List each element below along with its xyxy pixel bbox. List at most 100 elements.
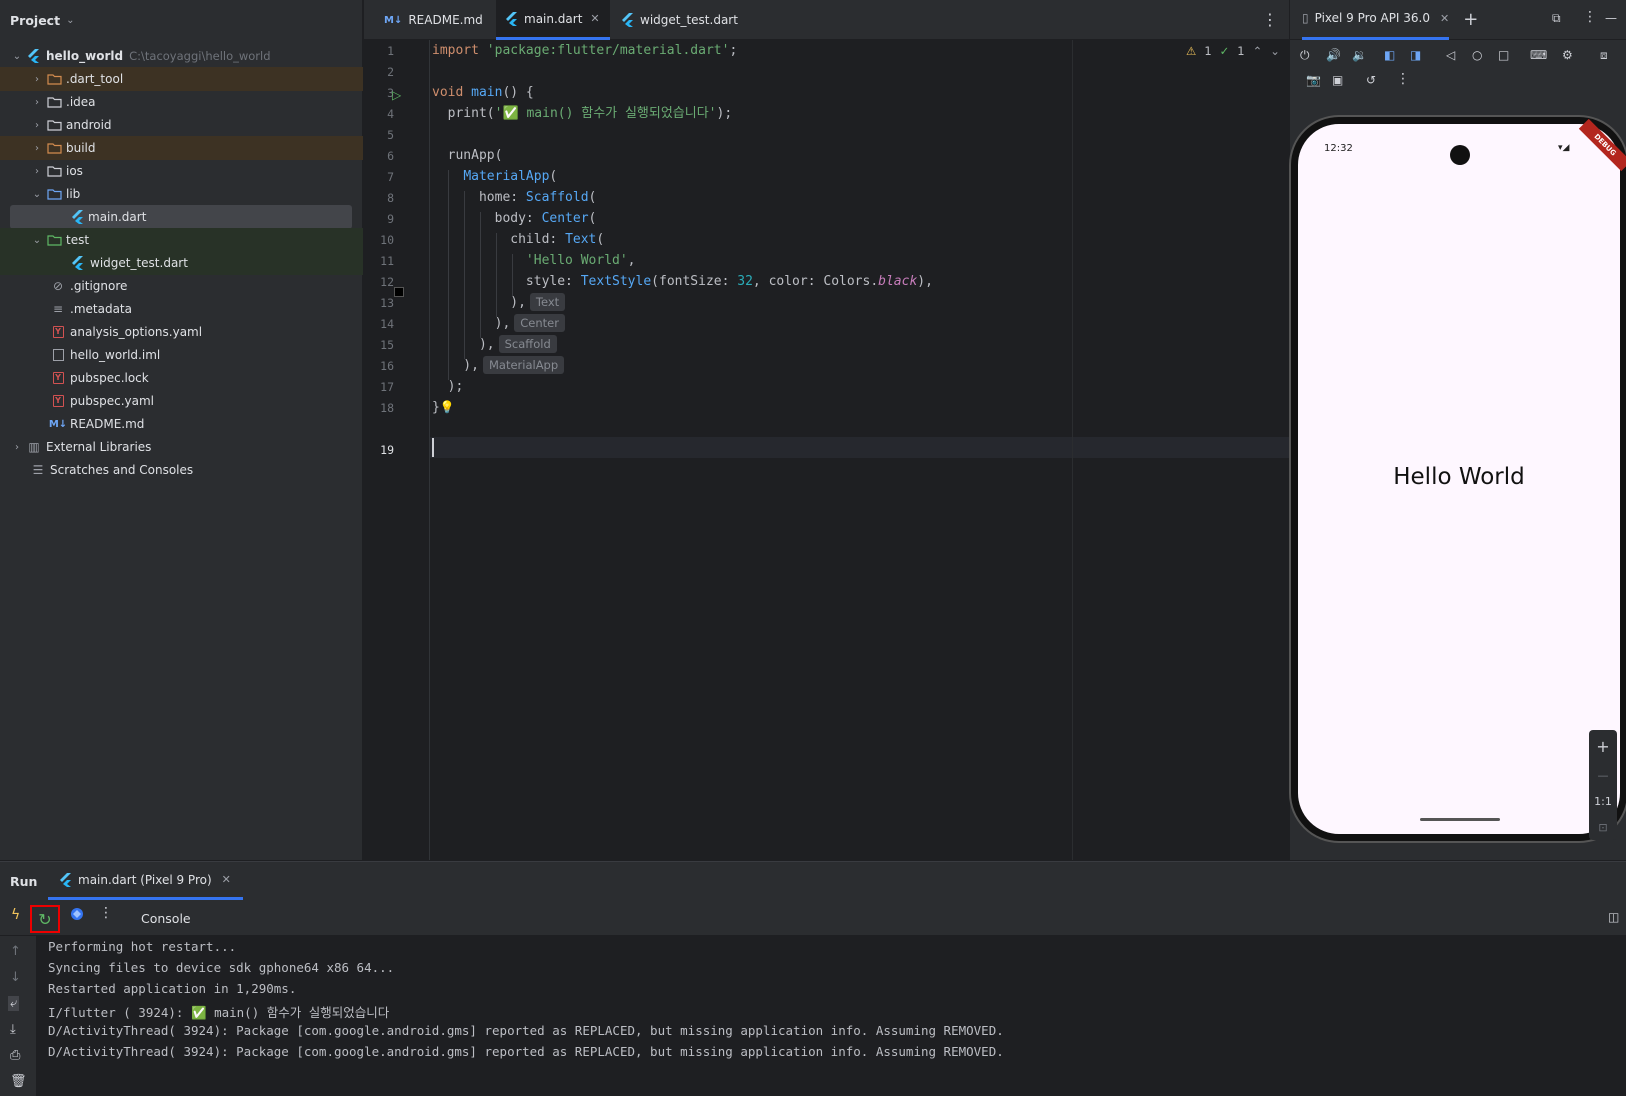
code-line-17: );: [432, 379, 464, 394]
console-tab[interactable]: Console: [141, 911, 191, 926]
camera-icon[interactable]: 📷: [1306, 73, 1321, 87]
add-device-icon[interactable]: +: [1463, 9, 1478, 30]
project-view-selector[interactable]: Project ⌄: [0, 0, 363, 40]
chevron-right-icon[interactable]: ›: [30, 97, 44, 108]
flutter-devtools-icon[interactable]: [70, 907, 84, 921]
tree-item-label: main.dart: [88, 210, 147, 224]
lightbulb-icon[interactable]: 💡: [440, 400, 455, 414]
tree-item-gitignore[interactable]: ⊘ .gitignore: [0, 274, 363, 298]
code-line-11: 'Hello World',: [432, 250, 636, 271]
soft-wrap-icon[interactable]: ⤶: [8, 996, 20, 1011]
volume-down-icon[interactable]: 🔉: [1352, 48, 1367, 62]
line-number: 14: [380, 317, 394, 331]
overview-icon[interactable]: □: [1498, 48, 1509, 62]
mirror-icon[interactable]: ⧈: [1600, 48, 1608, 63]
tree-item-external-libraries[interactable]: › ▥ External Libraries: [0, 435, 363, 459]
more-options-icon[interactable]: ⋮: [1583, 9, 1597, 25]
code-line-7: MaterialApp(: [432, 166, 557, 187]
minimize-icon[interactable]: —: [1605, 11, 1617, 25]
tree-item-analysis-options[interactable]: Y analysis_options.yaml: [0, 320, 363, 344]
tree-item-metadata[interactable]: ≡ .metadata: [0, 297, 363, 321]
code-text: print(: [432, 106, 495, 121]
rotate-left-icon[interactable]: ◧: [1384, 48, 1395, 62]
code-line-12: style: TextStyle(fontSize: 32, color: Co…: [432, 271, 933, 292]
chevron-right-icon[interactable]: ›: [30, 120, 44, 131]
tab-main-dart[interactable]: main.dart ✕: [496, 0, 610, 40]
hot-reload-icon[interactable]: ϟ: [11, 907, 20, 923]
markdown-file-icon: M↓: [384, 14, 403, 26]
back-icon[interactable]: ◁: [1446, 48, 1455, 62]
volume-up-icon[interactable]: 🔊: [1326, 48, 1341, 62]
chevron-up-icon[interactable]: ⌃: [1253, 44, 1263, 58]
code-line-8: home: Scaffold(: [432, 187, 596, 208]
open-external-icon[interactable]: ⧉: [1552, 11, 1561, 26]
tree-item-pubspec-lock[interactable]: Y pubspec.lock: [0, 366, 363, 390]
chevron-down-icon[interactable]: ⌄: [66, 15, 74, 26]
code-text: () {: [502, 85, 534, 100]
zoom-fit-icon[interactable]: ⊡: [1598, 821, 1607, 834]
zoom-in-icon[interactable]: +: [1596, 737, 1609, 756]
code-line-16: ), MaterialApp: [432, 355, 565, 376]
flutter-icon: [26, 49, 42, 63]
tree-item-readme[interactable]: M↓ README.md: [0, 412, 363, 436]
run-gutter-icon[interactable]: ▷: [392, 88, 401, 102]
tree-root[interactable]: ⌄ hello_world C:\tacoyaggi\hello_world: [0, 44, 363, 68]
chevron-right-icon[interactable]: ›: [30, 166, 44, 177]
tree-item-scratches[interactable]: ☰ Scratches and Consoles: [0, 458, 363, 482]
inspection-widget[interactable]: ⚠ 1 ✓ 1 ⌃ ⌄: [1186, 44, 1280, 58]
tab-readme[interactable]: M↓ README.md: [374, 0, 493, 40]
chevron-right-icon[interactable]: ›: [10, 442, 24, 453]
tab-device[interactable]: ▯ Pixel 9 Pro API 36.0 ✕: [1302, 0, 1450, 40]
gesture-bar[interactable]: [1420, 818, 1500, 821]
tree-item-iml[interactable]: hello_world.iml: [0, 343, 363, 367]
tree-item-test[interactable]: ⌄ test: [0, 228, 363, 252]
tree-item-build[interactable]: › build: [0, 136, 363, 160]
close-icon[interactable]: ✕: [222, 873, 231, 886]
tree-item-label: build: [66, 141, 96, 155]
close-icon[interactable]: ✕: [1440, 12, 1449, 25]
tree-item-lib[interactable]: ⌄ lib: [0, 182, 363, 206]
record-icon[interactable]: ▣: [1332, 73, 1343, 87]
keyboard-icon[interactable]: ⌨: [1530, 48, 1547, 62]
chevron-down-icon[interactable]: ⌄: [1270, 44, 1280, 58]
rotate-right-icon[interactable]: ◨: [1410, 48, 1421, 62]
tab-widget-test[interactable]: widget_test.dart: [612, 0, 748, 40]
tree-item-widget-test[interactable]: widget_test.dart: [0, 251, 363, 275]
reset-icon[interactable]: ↺: [1366, 73, 1376, 87]
class-name: Scaffold: [525, 190, 589, 205]
chevron-down-icon[interactable]: ⌄: [30, 189, 44, 200]
layout-icon[interactable]: ◫: [1608, 910, 1619, 924]
more-options-icon[interactable]: ⋮: [99, 905, 113, 921]
chevron-down-icon[interactable]: ⌄: [10, 51, 24, 62]
scroll-to-end-icon[interactable]: ⤓: [10, 1022, 16, 1037]
trash-icon[interactable]: 🗑: [10, 1074, 27, 1089]
chevron-right-icon[interactable]: ›: [30, 143, 44, 154]
chevron-right-icon[interactable]: ›: [30, 74, 44, 85]
signal-icon: ▾◢: [1558, 143, 1570, 153]
run-config-tab[interactable]: main.dart (Pixel 9 Pro) ✕: [48, 862, 243, 900]
arrow-down-icon[interactable]: ↓: [10, 970, 21, 985]
tree-item-dart-tool[interactable]: › .dart_tool: [0, 67, 363, 91]
zoom-out-icon[interactable]: —: [1598, 769, 1609, 782]
power-icon[interactable]: ⏻: [1300, 48, 1310, 63]
color-swatch-icon[interactable]: [394, 287, 404, 297]
more-options-icon[interactable]: ⋮: [1396, 71, 1410, 87]
zoom-actual-size-button[interactable]: 1:1: [1594, 795, 1612, 808]
warning-count: 1: [1204, 44, 1212, 58]
home-icon[interactable]: ○: [1472, 48, 1482, 62]
device-settings-icon[interactable]: ⚙: [1562, 48, 1573, 62]
text-file-icon: ≡: [52, 302, 64, 316]
hot-restart-button[interactable]: ↻: [30, 905, 60, 933]
module-file-icon: [50, 348, 66, 362]
tree-item-main-dart[interactable]: main.dart: [0, 205, 363, 229]
tree-item-ios[interactable]: › ios: [0, 159, 363, 183]
arrow-up-icon[interactable]: ↑: [10, 944, 21, 959]
chevron-down-icon[interactable]: ⌄: [30, 235, 44, 246]
print-icon[interactable]: ⎙: [10, 1048, 20, 1063]
tree-item-pubspec-yaml[interactable]: Y pubspec.yaml: [0, 389, 363, 413]
tree-item-android[interactable]: › android: [0, 113, 363, 137]
more-options-icon[interactable]: ⋮: [1262, 10, 1278, 29]
tree-item-idea[interactable]: › .idea: [0, 90, 363, 114]
close-icon[interactable]: ✕: [590, 12, 599, 25]
line-number: 8: [387, 191, 394, 205]
